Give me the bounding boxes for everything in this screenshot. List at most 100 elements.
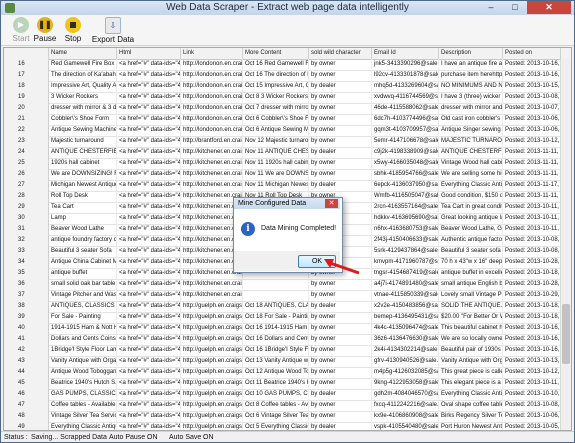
row-header[interactable]: 33 xyxy=(4,246,49,257)
cell-html[interactable]: <a href="#" data-ids="4:410377449... xyxy=(117,114,181,125)
vertical-scrollbar[interactable] xyxy=(560,59,571,430)
cell-sold[interactable]: by owner xyxy=(309,103,372,114)
cell-desc[interactable]: Port Huron Newest Antique... xyxy=(439,422,503,430)
cell-desc[interactable]: This great piece is called t... xyxy=(439,367,503,378)
cell-posted[interactable]: Posted: 2013-10-16, 4:55... xyxy=(503,345,561,356)
cell-sold[interactable]: by dealer xyxy=(309,422,372,430)
cell-html[interactable]: <a href="#" data-ids="4:4... xyxy=(117,378,181,389)
cell-html[interactable]: <a href="#" data-ids="4:4... xyxy=(117,213,181,224)
cell-desc[interactable]: Good condition, $150 or b... xyxy=(439,191,503,202)
row-header[interactable]: 25 xyxy=(4,158,49,169)
cell-html[interactable]: <a href="#" data-ids="4:411558806... xyxy=(117,103,181,114)
cell-more[interactable]: Oct 6 Antique Sewing Mac... xyxy=(243,125,309,136)
cell-more[interactable]: Oct 18 ANTIQUES, CLASSIC... xyxy=(243,301,309,312)
cell-name[interactable]: dresser with mirror & 3 dra... xyxy=(49,103,117,114)
cell-email[interactable]: sbhk-4185954766@sale.c... xyxy=(372,169,439,180)
cell-email[interactable]: x2v2e-4150483856@sale... xyxy=(372,301,439,312)
cell-link[interactable]: http://guelph.en.craigsli... xyxy=(181,422,243,430)
cell-email[interactable]: mhq5d-4133269604@sale... xyxy=(372,81,439,92)
row-header[interactable]: 20 xyxy=(4,103,49,114)
cell-html[interactable]: <a href="#" data-ids="4:417100678... xyxy=(117,136,181,147)
cell-name[interactable]: We are DOWNSIZING! Fu... xyxy=(49,169,117,180)
cell-link[interactable]: http://londonon.en.craigsli... xyxy=(181,103,243,114)
cell-html[interactable]: <a href="#" data-ids="4:411674456... xyxy=(117,92,181,103)
row-header[interactable]: 24 xyxy=(4,147,49,158)
cell-email[interactable]: 2k4i-4134302214@sale.c... xyxy=(372,345,439,356)
cell-email[interactable]: tngsr-4154687419@sale... xyxy=(372,268,439,279)
cell-name[interactable]: 3 Wicker Rockers xyxy=(49,92,117,103)
cell-name[interactable]: Tea Cart xyxy=(49,202,117,213)
cell-html[interactable]: <a href="#" data-ids="4:4... xyxy=(117,224,181,235)
cell-link[interactable]: http://kitchener.en.craigsli... xyxy=(181,180,243,191)
cell-email[interactable]: x5wy-4166035048@sale.c... xyxy=(372,158,439,169)
cell-desc[interactable]: I have an antique fire alar... xyxy=(439,59,503,70)
cell-html[interactable]: <a href="#" data-ids="4:4... xyxy=(117,312,181,323)
row-header[interactable]: 38 xyxy=(4,301,49,312)
row-header[interactable]: 29 xyxy=(4,202,49,213)
cell-desc[interactable]: Authentic antique factory c... xyxy=(439,235,503,246)
cell-desc[interactable]: Everything Classic Antique... xyxy=(439,389,503,400)
cell-more[interactable]: Oct 8 Coffee tables - Avail... xyxy=(243,400,309,411)
cell-desc[interactable]: NO MINIMUMS AND NO ... xyxy=(439,81,503,92)
cell-link[interactable]: http://guelph.en.craigsli... xyxy=(181,334,243,345)
cell-posted[interactable]: Posted: 2013-10-08, 11:57... xyxy=(503,235,561,246)
cell-link[interactable]: http://guelph.en.craigsli... xyxy=(181,400,243,411)
cell-email[interactable]: 46de-4115588062@sale.cr... xyxy=(372,103,439,114)
export-data-button[interactable]: ⇩ Export Data xyxy=(91,17,135,44)
cell-more[interactable]: Oct 16 Dollars and Cents ... xyxy=(243,334,309,345)
cell-link[interactable]: http://kitchener.en.craigsli... xyxy=(181,279,243,290)
cell-sold[interactable]: by owner xyxy=(309,59,372,70)
cell-html[interactable]: <a href="#" data-ids="4:4... xyxy=(117,400,181,411)
row-header[interactable]: 23 xyxy=(4,136,49,147)
cell-sold[interactable]: by dealer xyxy=(309,81,372,92)
cell-sold[interactable]: by owner xyxy=(309,114,372,125)
cell-posted[interactable]: Posted: 2013-10-29, 11:48... xyxy=(503,290,561,301)
cell-desc[interactable]: Beaver Wood Lathe, Good... xyxy=(439,224,503,235)
cell-name[interactable]: Impressive Art, Quality Anti... xyxy=(49,81,117,92)
cell-html[interactable]: <a href="#" data-ids="4:4... xyxy=(117,323,181,334)
cell-email[interactable]: vspk-4105540480@sale.c... xyxy=(372,422,439,430)
cell-posted[interactable]: Posted: 2013-11-11, 9:... xyxy=(503,169,561,180)
row-header[interactable]: 46 xyxy=(4,389,49,400)
cell-link[interactable]: http://guelph.en.craigsli... xyxy=(181,367,243,378)
row-header[interactable]: 27 xyxy=(4,180,49,191)
cell-name[interactable]: small solid oak bar table xyxy=(49,279,117,290)
cell-html[interactable]: <a href="#" data-ids="4:41... xyxy=(117,202,181,213)
cell-email[interactable]: 9kng-4122953058@sale.c... xyxy=(372,378,439,389)
maximize-button[interactable]: □ xyxy=(503,1,527,14)
cell-html[interactable]: <a href="#" data-ids="4:413326960... xyxy=(117,81,181,92)
cell-more[interactable]: Oct 15 Impressive Art, Qu... xyxy=(243,81,309,92)
cell-html[interactable]: <a href="#" data-ids="4:41... xyxy=(117,158,181,169)
cell-more[interactable]: Oct 16 1914-1915 Ham & ... xyxy=(243,323,309,334)
cell-link[interactable]: http://guelph.en.craigsli... xyxy=(181,378,243,389)
row-header[interactable]: 22 xyxy=(4,125,49,136)
cell-html[interactable]: <a href="#" data-ids="4:41... xyxy=(117,191,181,202)
cell-email[interactable]: fxcq-4112242216@sale.cr... xyxy=(372,400,439,411)
row-header[interactable]: 45 xyxy=(4,378,49,389)
cell-link[interactable]: http://kitchener.en.craigsli... xyxy=(181,169,243,180)
minimize-button[interactable]: – xyxy=(479,1,503,14)
cell-name[interactable]: Beatrice 1940's Hutch S... xyxy=(49,378,117,389)
cell-name[interactable]: Beaver Wood Lathe xyxy=(49,224,117,235)
column-header[interactable]: Link xyxy=(181,48,243,59)
cell-html[interactable]: <a href="#" data-ids="4:4... xyxy=(117,345,181,356)
cell-more[interactable]: Nov 11 1920s hall cabinet xyxy=(243,158,309,169)
row-header[interactable]: 43 xyxy=(4,356,49,367)
cell-link[interactable]: http://londonon.en.craigsli... xyxy=(181,92,243,103)
cell-email[interactable]: 36z6-4136476630@sale.c... xyxy=(372,334,439,345)
row-header[interactable]: 19 xyxy=(4,92,49,103)
cell-link[interactable]: http://kitchener.en.craigsli... xyxy=(181,147,243,158)
cell-html[interactable]: <a href="#" data-ids="4:4... xyxy=(117,290,181,301)
cell-name[interactable]: Beautiful 3 seater Sofa xyxy=(49,246,117,257)
cell-desc[interactable]: MAJESTIC TURNAROUND ... xyxy=(439,136,503,147)
cell-email[interactable]: kx9e-4106860908@sale.c... xyxy=(372,411,439,422)
cell-posted[interactable]: Posted: 2013-10-08, 10:49... xyxy=(503,400,561,411)
cell-email[interactable]: xvdwvq-4116744569@sale... xyxy=(372,92,439,103)
cell-posted[interactable]: Posted: 2013-10-13, 8:00... xyxy=(503,356,561,367)
cell-name[interactable]: Majestic turnaround xyxy=(49,136,117,147)
cell-sold[interactable]: by dealer xyxy=(309,180,372,191)
cell-posted[interactable]: Posted: 2013-10-16, 8:37... xyxy=(503,323,561,334)
cell-html[interactable]: <a href="#" data-ids="4:4... xyxy=(117,246,181,257)
cell-link[interactable]: http://guelph.en.craigsli... xyxy=(181,323,243,334)
column-header[interactable]: sold wild character xyxy=(309,48,372,59)
